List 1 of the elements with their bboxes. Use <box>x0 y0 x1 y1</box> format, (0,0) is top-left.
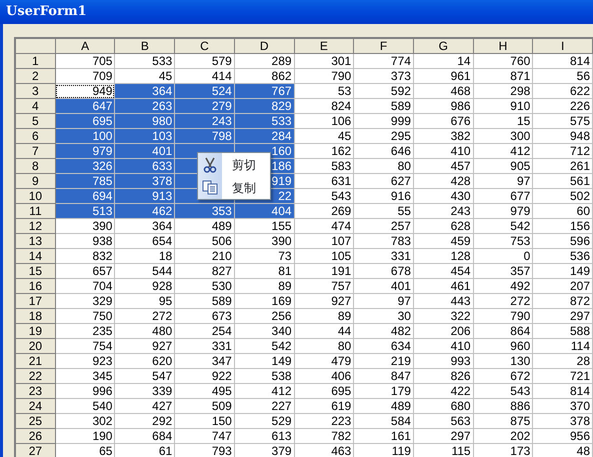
window-title: UserForm1 <box>6 3 87 22</box>
